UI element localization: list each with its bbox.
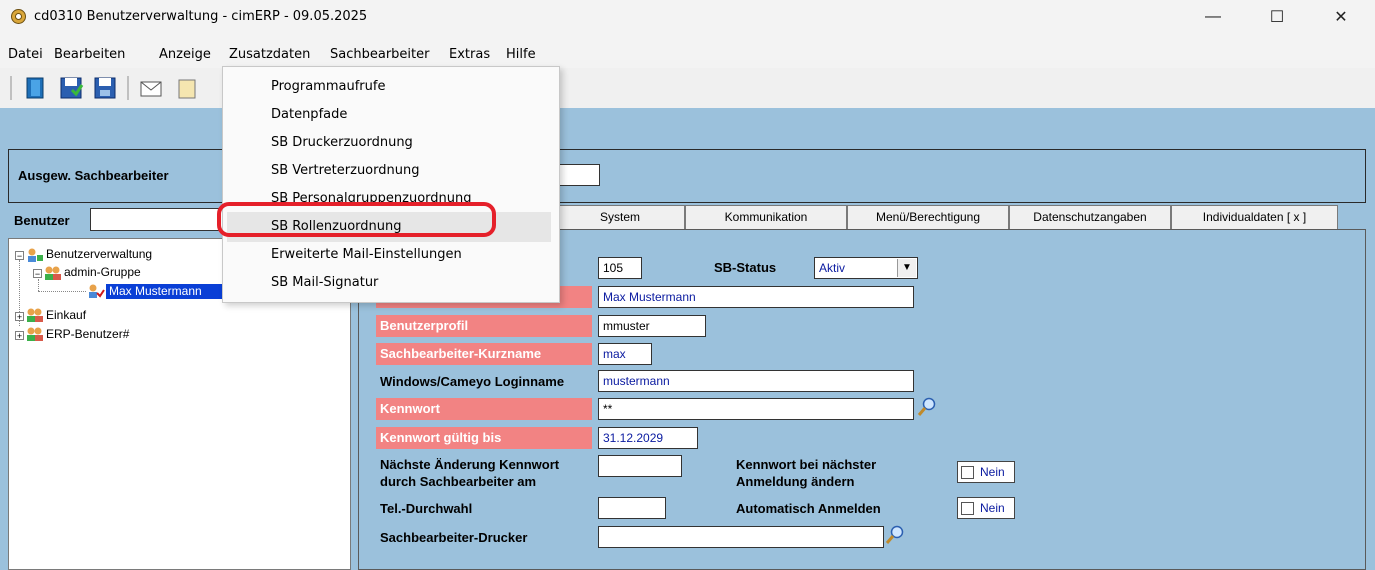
tel-label: Tel.-Durchwahl — [380, 501, 473, 516]
close-button[interactable]: ✕ — [1318, 0, 1364, 34]
tree-group-einkauf[interactable]: Einkauf — [46, 308, 86, 322]
menu-sachbearbeiter[interactable]: Sachbearbeiter — [330, 47, 429, 62]
menu-datei[interactable]: Datei — [8, 47, 43, 62]
naechste-label-line1: Nächste Änderung Kennwort — [380, 457, 560, 472]
menu-hilfe[interactable]: Hilfe — [506, 47, 536, 62]
window-title: cd0310 Benutzerverwaltung - cimERP - 09.… — [34, 9, 368, 24]
selected-user-frame — [8, 149, 1366, 203]
kennwort-field[interactable]: ** — [598, 398, 914, 420]
naechste-label-line2: durch Sachbearbeiter am — [380, 474, 537, 489]
tree-line — [38, 279, 40, 291]
auto-checkbox[interactable]: Nein — [957, 497, 1015, 519]
tree-group-erp[interactable]: ERP-Benutzer# — [46, 327, 129, 341]
menu-item-erweiterte-mail-einstellungen[interactable]: Erweiterte Mail-Einstellungen — [271, 247, 462, 262]
aendern-checkbox-label: Nein — [980, 465, 1005, 479]
tree-collapse-icon[interactable]: − — [33, 269, 42, 279]
selected-user-label: Ausgew. Sachbearbeiter — [18, 168, 169, 183]
gueltig-label: Kennwort gültig bis — [376, 427, 592, 449]
toolbar-separator — [127, 76, 129, 100]
group-icon — [45, 266, 61, 280]
title-bar: cd0310 Benutzerverwaltung - cimERP - 09.… — [0, 0, 1375, 34]
tel-field[interactable] — [598, 497, 666, 519]
edit-icon[interactable] — [176, 75, 196, 101]
tab-kommunikation[interactable]: Kommunikation — [685, 205, 847, 229]
aendern-label-line1: Kennwort bei nächster — [736, 457, 877, 472]
aendern-checkbox[interactable]: Nein — [957, 461, 1015, 483]
app-gear-icon — [11, 9, 26, 24]
sb-id-field[interactable]: 105 — [598, 257, 642, 279]
group-icon — [27, 308, 43, 322]
save-icon[interactable] — [92, 75, 118, 101]
menu-item-programmaufrufe[interactable]: Programmaufrufe — [271, 79, 385, 94]
drucker-field[interactable] — [598, 526, 884, 548]
menu-item-sb-mail-signatur[interactable]: SB Mail-Signatur — [271, 275, 378, 290]
user-icon — [89, 284, 105, 298]
tree-group-admin[interactable]: admin-Gruppe — [64, 265, 141, 279]
minimize-button[interactable]: — — [1190, 0, 1236, 34]
gueltig-field[interactable]: 31.12.2029 — [598, 427, 698, 449]
auto-label: Automatisch Anmelden — [736, 501, 881, 516]
highlight-annotation-ring — [217, 202, 496, 237]
tab-datenschutzangaben[interactable]: Datenschutzangaben — [1009, 205, 1171, 229]
search-icon[interactable] — [884, 524, 906, 546]
menu-item-sb-druckerzuordnung[interactable]: SB Druckerzuordnung — [271, 135, 413, 150]
tree-line — [38, 291, 86, 293]
tree-user-selected[interactable]: Max Mustermann — [106, 284, 230, 299]
sb-status-select[interactable]: Aktiv ▼ — [814, 257, 918, 279]
group-icon — [27, 327, 43, 341]
tree-expand-icon[interactable]: + — [15, 331, 24, 341]
checkbox-icon[interactable] — [961, 466, 974, 479]
save-close-icon[interactable] — [58, 75, 84, 101]
menu-item-sb-vertreterzuordnung[interactable]: SB Vertreterzuordnung — [271, 163, 419, 178]
mail-icon[interactable] — [138, 75, 164, 101]
selected-user-field[interactable] — [554, 164, 600, 186]
tree-expand-icon[interactable]: + — [15, 312, 24, 322]
menu-bearbeiten[interactable]: Bearbeiten — [54, 47, 125, 62]
benutzer-search-input[interactable] — [90, 208, 226, 231]
menu-extras[interactable]: Extras — [449, 47, 490, 62]
drucker-label: Sachbearbeiter-Drucker — [380, 530, 528, 545]
search-icon[interactable] — [916, 396, 938, 418]
aendern-label-line2: Anmeldung ändern — [736, 474, 855, 489]
menu-anzeige[interactable]: Anzeige — [159, 47, 211, 62]
tab-individualdaten[interactable]: Individualdaten [ x ] — [1171, 205, 1338, 229]
sb-status-label: SB-Status — [714, 260, 777, 275]
kennwort-label: Kennwort — [376, 398, 592, 420]
chevron-down-icon[interactable]: ▼ — [897, 259, 916, 277]
toolbar — [0, 68, 1375, 109]
login-label: Windows/Cameyo Loginname — [380, 374, 565, 389]
sb-status-value: Aktiv — [819, 261, 846, 275]
checkbox-icon[interactable] — [961, 502, 974, 515]
profil-label: Benutzerprofil — [376, 315, 592, 337]
maximize-button[interactable]: ☐ — [1254, 0, 1300, 34]
tab-system[interactable]: System — [555, 205, 685, 229]
users-admin-icon — [28, 248, 43, 262]
exit-door-icon[interactable] — [22, 75, 48, 101]
tab-menue-berechtigung[interactable]: Menü/Berechtigung — [847, 205, 1009, 229]
zusatzdaten-dropdown: Programmaufrufe Datenpfade SB Druckerzuo… — [222, 66, 560, 303]
profil-field[interactable]: mmuster — [598, 315, 706, 337]
tree-root[interactable]: Benutzerverwaltung — [46, 247, 152, 261]
menu-zusatzdaten[interactable]: Zusatzdaten — [229, 47, 310, 62]
name-field[interactable]: Max Mustermann — [598, 286, 914, 308]
menu-bar: Datei Bearbeiten Anzeige Zusatzdaten Sac… — [0, 34, 1375, 66]
login-field[interactable]: mustermann — [598, 370, 914, 392]
tree-collapse-icon[interactable]: − — [15, 251, 24, 261]
kurzname-label: Sachbearbeiter-Kurzname — [376, 343, 592, 365]
kurzname-field[interactable]: max — [598, 343, 652, 365]
toolbar-grip — [10, 76, 12, 100]
naechste-field[interactable] — [598, 455, 682, 477]
benutzer-label: Benutzer — [14, 213, 70, 228]
menu-item-datenpfade[interactable]: Datenpfade — [271, 107, 347, 122]
auto-checkbox-label: Nein — [980, 501, 1005, 515]
